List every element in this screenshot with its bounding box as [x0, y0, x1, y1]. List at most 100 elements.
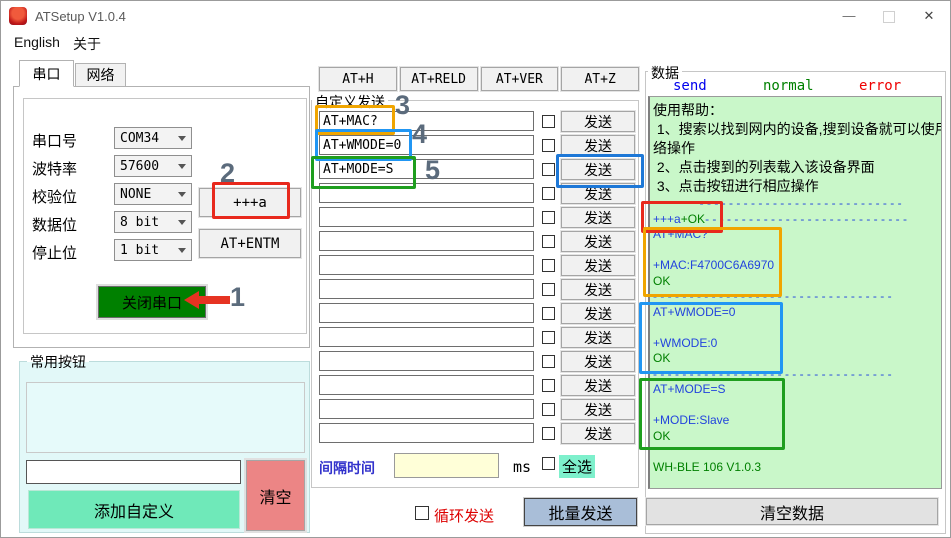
send-button[interactable]: 发送: [561, 159, 635, 180]
custom-command-input[interactable]: [319, 327, 534, 347]
row-checkbox[interactable]: [542, 235, 555, 248]
data-log[interactable]: 使用帮助： 1、搜索以找到网内的设备,搜到设备就可以使用网络操作 2、点击搜到的…: [648, 96, 942, 489]
stop-bits-select[interactable]: 1 bit: [114, 239, 192, 261]
loop-send-checkbox[interactable]: [415, 506, 429, 520]
row-checkbox[interactable]: [542, 355, 555, 368]
row-checkbox[interactable]: [542, 259, 555, 272]
minimize-button[interactable]: —: [829, 1, 869, 31]
custom-command-input[interactable]: [319, 279, 534, 299]
custom-send-row: 发送: [319, 351, 637, 371]
quick-command-button[interactable]: AT+RELD: [400, 67, 478, 91]
custom-command-input[interactable]: [319, 303, 534, 323]
log-line: OK: [653, 429, 939, 445]
custom-command-input[interactable]: [319, 207, 534, 227]
log-line: [653, 243, 939, 259]
log-line: WH-BLE 106 V1.0.3: [653, 460, 939, 476]
send-button[interactable]: 发送: [561, 351, 635, 372]
chevron-down-icon: [178, 164, 186, 169]
quick-command-button[interactable]: AT+H: [319, 67, 397, 91]
send-button[interactable]: 发送: [561, 423, 635, 444]
menu-about[interactable]: 关于: [73, 34, 101, 54]
send-button[interactable]: 发送: [561, 135, 635, 156]
row-checkbox[interactable]: [542, 163, 555, 176]
row-checkbox[interactable]: [542, 187, 555, 200]
row-checkbox[interactable]: [542, 139, 555, 152]
select-all-checkbox[interactable]: [542, 457, 555, 470]
log-line: - - - - - - - - - - - - - - - - - - - - …: [653, 196, 939, 212]
send-button[interactable]: 发送: [561, 207, 635, 228]
loop-send-label: 循环发送: [434, 505, 494, 526]
plus-a-button[interactable]: +++a: [199, 188, 301, 217]
custom-command-input[interactable]: [319, 231, 534, 251]
close-button[interactable]: ✕: [909, 1, 949, 31]
tab-network[interactable]: 网络: [75, 63, 126, 87]
log-line: +WMODE:0: [653, 336, 939, 352]
log-line: - - - - - - - - - - - - - - - - - - - - …: [653, 289, 939, 305]
row-checkbox[interactable]: [542, 211, 555, 224]
label-baud-rate: 波特率: [32, 158, 77, 179]
legend-error: error: [859, 78, 901, 94]
log-line: AT+MAC?: [653, 227, 939, 243]
custom-send-row: 发送: [319, 183, 637, 203]
custom-send-row: 发送: [319, 231, 637, 251]
row-checkbox[interactable]: [542, 283, 555, 296]
custom-send-row: 发送: [319, 279, 637, 299]
menu-english[interactable]: English: [14, 34, 60, 50]
send-button[interactable]: 发送: [561, 399, 635, 420]
row-checkbox[interactable]: [542, 331, 555, 344]
log-line: 2、点击搜到的列表载入该设备界面: [653, 158, 939, 177]
data-bits-select[interactable]: 8 bit: [114, 211, 192, 233]
send-button[interactable]: 发送: [561, 303, 635, 324]
batch-send-button[interactable]: 批量发送: [524, 498, 637, 526]
custom-command-input[interactable]: [319, 183, 534, 203]
custom-send-row: 发送: [319, 327, 637, 347]
red-arrow-icon: [184, 291, 230, 309]
log-line: OK: [653, 351, 939, 367]
custom-command-input[interactable]: [319, 255, 534, 275]
tab-serial[interactable]: 串口: [19, 60, 74, 87]
annotation-number-3: 3: [395, 90, 410, 121]
quick-command-button[interactable]: AT+VER: [481, 67, 559, 91]
row-checkbox[interactable]: [542, 115, 555, 128]
interval-input[interactable]: [394, 453, 499, 478]
chevron-down-icon: [178, 136, 186, 141]
log-line: 使用帮助：: [653, 101, 939, 120]
at-entm-button[interactable]: AT+ENTM: [199, 229, 301, 258]
parity-select[interactable]: NONE: [114, 183, 192, 205]
common-buttons-list[interactable]: [26, 382, 305, 453]
log-line: 3、点击按钮进行相应操作: [653, 177, 939, 196]
custom-command-input[interactable]: [319, 423, 534, 443]
clear-common-button[interactable]: 清空: [246, 460, 305, 531]
row-checkbox[interactable]: [542, 307, 555, 320]
com-port-select[interactable]: COM34: [114, 127, 192, 149]
legend-send: send: [673, 78, 707, 94]
row-checkbox[interactable]: [542, 379, 555, 392]
maximize-button[interactable]: [869, 1, 909, 31]
label-parity: 校验位: [32, 186, 77, 207]
menu-bar: [1, 31, 950, 54]
send-button[interactable]: 发送: [561, 375, 635, 396]
maximize-icon: [883, 11, 895, 23]
send-button[interactable]: 发送: [561, 111, 635, 132]
custom-command-input[interactable]: [319, 375, 534, 395]
window-title: ATSetup V1.0.4: [35, 9, 126, 24]
send-button[interactable]: 发送: [561, 183, 635, 204]
send-button[interactable]: 发送: [561, 279, 635, 300]
clear-data-button[interactable]: 清空数据: [646, 498, 938, 525]
row-checkbox[interactable]: [542, 403, 555, 416]
custom-send-row: 发送: [319, 135, 637, 155]
send-button[interactable]: 发送: [561, 327, 635, 348]
log-line: AT+WMODE=0: [653, 305, 939, 321]
log-line: [653, 444, 939, 460]
custom-command-input[interactable]: [319, 351, 534, 371]
send-button[interactable]: 发送: [561, 231, 635, 252]
log-line: 1、搜索以找到网内的设备,搜到设备就可以使用网: [653, 120, 939, 139]
add-custom-button[interactable]: 添加自定义: [28, 490, 240, 529]
baud-rate-select[interactable]: 57600: [114, 155, 192, 177]
row-checkbox[interactable]: [542, 427, 555, 440]
quick-command-button[interactable]: AT+Z: [561, 67, 639, 91]
send-button[interactable]: 发送: [561, 255, 635, 276]
log-line: +MODE:Slave: [653, 413, 939, 429]
custom-button-name-input[interactable]: [26, 460, 241, 484]
custom-command-input[interactable]: [319, 399, 534, 419]
